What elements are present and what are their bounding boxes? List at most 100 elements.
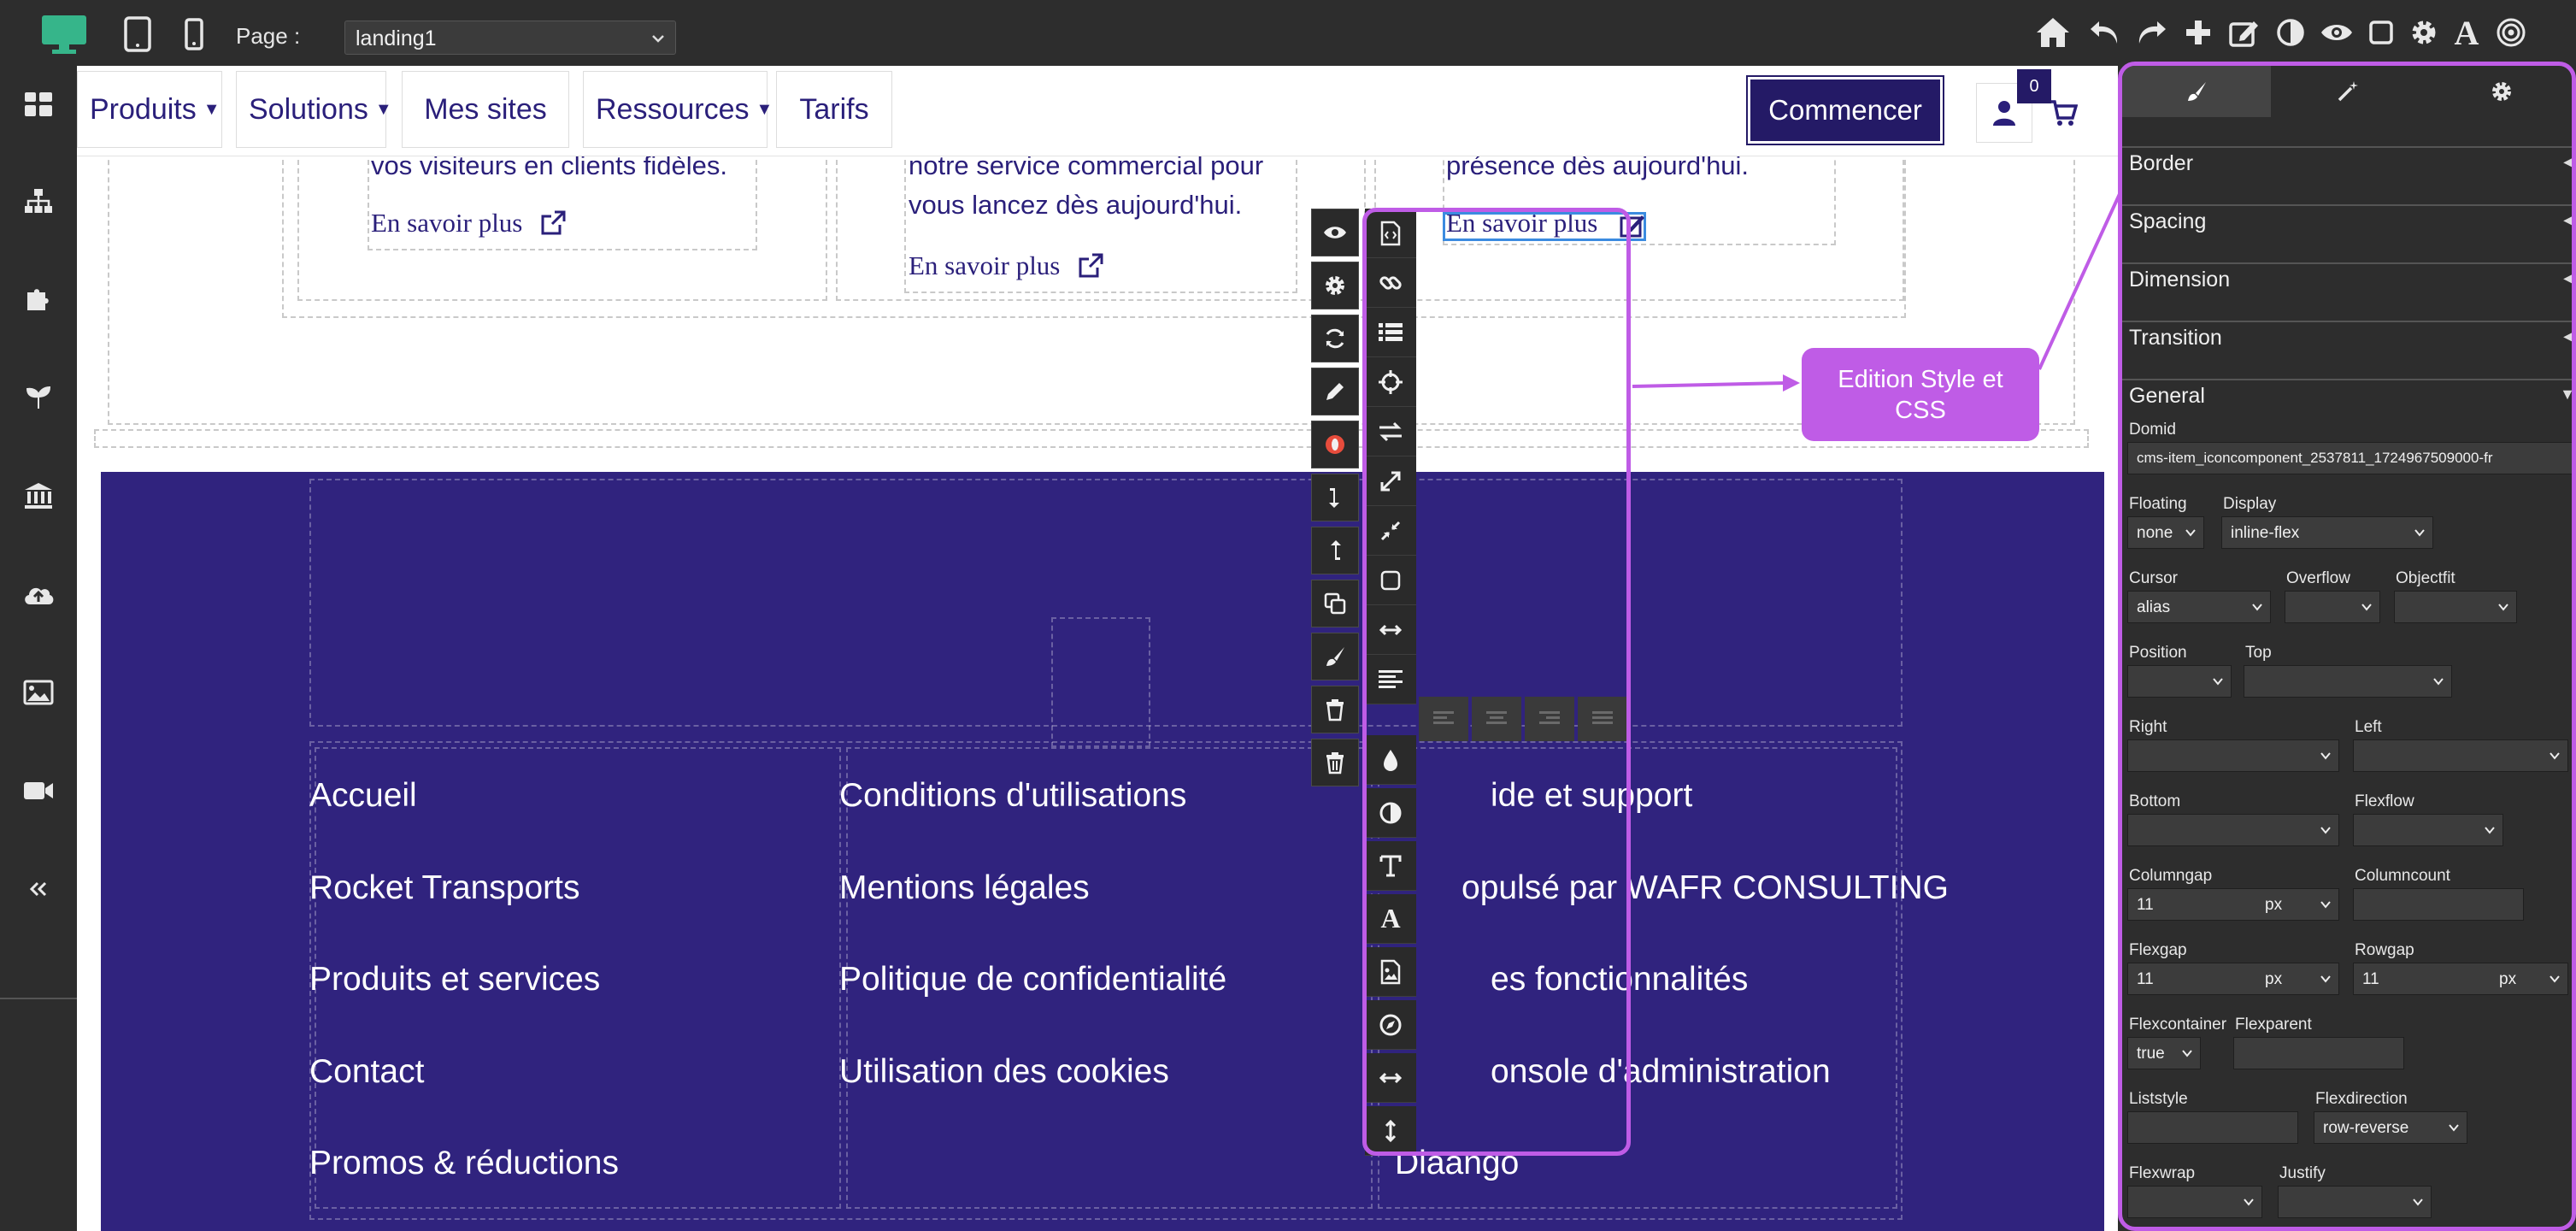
phone-icon[interactable] [181, 12, 207, 56]
columngap-field[interactable]: 11 px [2127, 888, 2339, 921]
redo-icon[interactable] [2133, 14, 2171, 51]
dashboard-icon[interactable] [17, 83, 60, 126]
footer-link[interactable]: Conditions d'utilisations [839, 777, 1186, 815]
contrast-icon[interactable] [2272, 14, 2309, 51]
footer-link[interactable]: Accueil [309, 777, 417, 815]
cloud-upload-icon[interactable] [17, 573, 60, 616]
gear-tab-icon[interactable] [2425, 66, 2572, 117]
page-select[interactable]: landing1 [344, 21, 676, 55]
external-link-icon [1077, 252, 1104, 280]
image-icon[interactable] [17, 671, 60, 714]
footer-link[interactable]: Utilisation des cookies [839, 1053, 1169, 1091]
desktop-icon[interactable] [36, 12, 92, 56]
objectfit-select[interactable] [2394, 591, 2517, 623]
footer-logo-placeholder [1051, 617, 1150, 747]
right-select[interactable] [2127, 739, 2339, 772]
brush-tab-icon[interactable] [2122, 66, 2271, 117]
card-2-link[interactable]: En savoir plus [909, 250, 1104, 281]
flexwrap-select[interactable] [2127, 1186, 2262, 1218]
flexgap-field[interactable]: 11 px [2127, 963, 2339, 995]
overflow-select[interactable] [2285, 591, 2380, 623]
flexflow-select[interactable] [2353, 814, 2503, 846]
justify-select[interactable] [2278, 1186, 2432, 1218]
eye-icon[interactable] [1311, 209, 1359, 256]
flexdirection-label: Flexdirection [2315, 1090, 2408, 1108]
section-transition[interactable]: Transition ◀ [2122, 321, 2572, 379]
footer-link[interactable]: Contact [309, 1053, 424, 1091]
top-select[interactable] [2244, 665, 2452, 698]
trash-alt-icon[interactable] [1311, 739, 1359, 786]
chevron-down-icon [2212, 675, 2224, 687]
add-icon[interactable] [2179, 14, 2217, 51]
footer-link[interactable]: Politique de confidentialité [839, 961, 1226, 998]
nav-item-tarifs[interactable]: Tarifs [776, 71, 892, 148]
domid-field[interactable]: cms-item_iconcomponent_2537811_172496750… [2127, 442, 2572, 474]
plugin-icon[interactable] [17, 278, 60, 321]
bank-icon[interactable] [17, 474, 60, 517]
arrow-down-icon[interactable] [1311, 474, 1359, 521]
flexcontainer-select[interactable]: true [2127, 1037, 2201, 1069]
section-spacing[interactable]: Spacing ◀ [2122, 204, 2575, 262]
rowgap-field[interactable]: 11 px [2353, 963, 2568, 995]
editor-canvas[interactable]: vos visiteurs en clients fidèles. En sav… [77, 66, 2118, 1231]
left-select[interactable] [2353, 739, 2568, 772]
position-select[interactable] [2127, 665, 2232, 698]
settings-icon[interactable] [2405, 14, 2443, 51]
flexparent-field[interactable] [2233, 1037, 2404, 1069]
brush-icon[interactable] [1311, 633, 1359, 680]
collapse-icon[interactable] [17, 868, 60, 910]
flexdirection-select[interactable]: row-reverse [2314, 1111, 2467, 1144]
bottom-select[interactable] [2127, 814, 2339, 846]
caret-left-icon: ◀ [2563, 211, 2575, 228]
caret-down-icon: ▼ [2560, 386, 2575, 403]
footer-link[interactable]: Mentions légales [839, 869, 1090, 907]
section-general[interactable]: General ▼ [2122, 379, 2575, 413]
video-icon[interactable] [17, 769, 60, 812]
nav-label: Solutions [249, 92, 368, 126]
sitemap-icon[interactable] [17, 180, 60, 222]
display-select[interactable]: inline-flex [2221, 516, 2433, 549]
opera-icon[interactable] [1311, 421, 1359, 468]
cursor-select[interactable]: alias [2127, 591, 2271, 623]
section-dimension[interactable]: Dimension ◀ [2122, 262, 2572, 321]
sidebar-divider [0, 998, 77, 999]
font-icon[interactable]: A [2448, 14, 2485, 52]
footer-link[interactable]: Rocket Transports [309, 869, 579, 907]
refresh-icon[interactable] [1311, 315, 1359, 362]
rowgap-unit[interactable]: px [2499, 970, 2516, 989]
nav-item-mes-sites[interactable]: Mes sites [402, 71, 569, 148]
nav-item-produits[interactable]: Produits ▼ [77, 71, 222, 148]
nav-item-solutions[interactable]: Solutions ▼ [236, 71, 392, 148]
columncount-field[interactable] [2353, 888, 2524, 921]
seedling-icon[interactable] [17, 376, 60, 419]
gear-icon[interactable] [1311, 262, 1359, 309]
caret-left-icon: ◀ [2563, 153, 2575, 170]
floating-select[interactable]: none [2127, 516, 2204, 549]
preview-icon[interactable] [2318, 14, 2355, 51]
footer-link[interactable]: Produits et services [309, 961, 600, 998]
square-icon[interactable] [2362, 14, 2400, 51]
style-panel: Border ◀ Spacing ◀ Dimension ◀ Transition ◀ … [2118, 62, 2576, 1231]
columngap-unit[interactable]: px [2265, 896, 2282, 915]
section-border[interactable]: Border ◀ [2122, 146, 2575, 204]
flexgap-unit[interactable]: px [2265, 970, 2282, 989]
trash-icon[interactable] [1311, 686, 1359, 733]
card-1-link[interactable]: En savoir plus [371, 208, 567, 239]
home-icon[interactable] [2034, 14, 2072, 51]
chevron-down-icon [2361, 601, 2373, 613]
nav-label: Mes sites [424, 92, 547, 126]
liststyle-field[interactable] [2127, 1111, 2298, 1144]
rowgap-label: Rowgap [2355, 941, 2414, 959]
commencer-button[interactable]: Commencer [1746, 75, 1944, 145]
chevron-down-icon [650, 30, 667, 47]
footer-link[interactable]: Promos & réductions [309, 1145, 619, 1182]
nav-item-ressources[interactable]: Ressources ▼ [583, 71, 773, 148]
arrow-up-icon[interactable] [1311, 527, 1359, 574]
undo-icon[interactable] [2085, 14, 2123, 51]
edit-icon[interactable] [2226, 14, 2263, 51]
clone-icon[interactable] [1311, 580, 1359, 627]
pencil-icon[interactable] [1311, 368, 1359, 415]
magic-wand-tab-icon[interactable] [2271, 66, 2425, 117]
tablet-icon[interactable] [120, 12, 156, 56]
target-icon[interactable] [2492, 14, 2530, 51]
